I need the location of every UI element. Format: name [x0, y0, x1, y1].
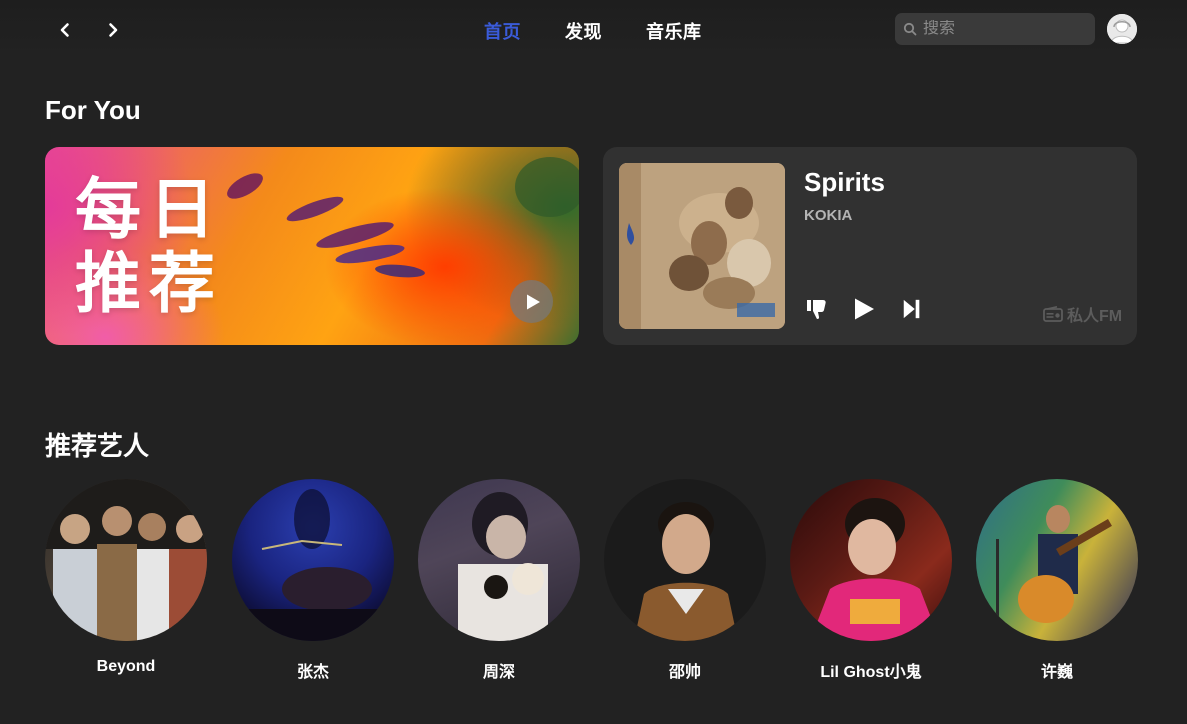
fm-next-button[interactable] — [899, 296, 925, 322]
tab-home[interactable]: 首页 — [484, 18, 521, 44]
artist-photo-art — [996, 505, 1112, 639]
artist-card[interactable]: Beyond — [45, 479, 207, 676]
artist-photo[interactable] — [790, 479, 952, 641]
daily-title-line-2: 推荐 — [75, 245, 223, 322]
artist-card[interactable]: Lil Ghost小鬼 — [790, 479, 952, 682]
artist-name[interactable]: 邵帅 — [604, 658, 766, 682]
artist-name[interactable]: Beyond — [45, 658, 207, 676]
private-fm-text: 私人FM — [1067, 308, 1123, 325]
artist-photo-art — [45, 479, 207, 641]
back-button[interactable] — [51, 16, 79, 44]
daily-play-button[interactable] — [510, 280, 553, 323]
private-fm-card: Spirits KOKIA 私人FM — [603, 147, 1137, 345]
top-bar: 首页 发现 音乐库 — [0, 0, 1187, 58]
radio-icon — [1043, 306, 1063, 322]
main-tabs: 首页 发现 音乐库 — [484, 18, 746, 44]
artist-photo[interactable] — [45, 479, 207, 641]
thumbs-down-icon — [807, 300, 826, 320]
for-you-title: For You — [45, 95, 141, 125]
artist-photo-art — [232, 489, 394, 641]
forward-button[interactable] — [99, 16, 127, 44]
daily-recommend-card[interactable]: 每日 推荐 — [45, 147, 579, 345]
artist-name[interactable]: 许巍 — [976, 658, 1138, 682]
fm-play-button[interactable] — [851, 296, 877, 322]
search-input[interactable] — [923, 20, 1083, 38]
fm-artist-name[interactable]: KOKIA — [804, 207, 852, 224]
dislike-button[interactable] — [804, 296, 830, 322]
artist-name[interactable]: Lil Ghost小鬼 — [790, 658, 952, 682]
fm-album-cover[interactable] — [619, 163, 785, 329]
artist-photo-art — [458, 492, 548, 641]
play-icon — [527, 294, 540, 309]
user-avatar[interactable] — [1107, 14, 1137, 44]
search-box[interactable] — [895, 13, 1095, 45]
daily-title-line-1: 每日 — [75, 171, 223, 248]
chevron-left-icon — [60, 23, 69, 37]
artist-name[interactable]: 张杰 — [232, 658, 394, 682]
artist-card[interactable]: 张杰 — [232, 479, 394, 682]
skip-next-icon — [903, 299, 920, 319]
search-icon — [903, 22, 917, 36]
recommended-artists-title: 推荐艺人 — [45, 431, 150, 461]
tab-library[interactable]: 音乐库 — [646, 18, 702, 44]
private-fm-label: 私人FM — [1043, 302, 1122, 326]
user-icon — [1107, 14, 1137, 44]
artist-card[interactable]: 周深 — [418, 479, 580, 682]
fm-song-title[interactable]: Spirits — [804, 167, 885, 198]
artist-card[interactable]: 许巍 — [976, 479, 1138, 682]
daily-title: 每日 推荐 — [75, 173, 225, 321]
artist-name[interactable]: 周深 — [418, 658, 580, 682]
chevron-right-icon — [109, 23, 118, 37]
artist-photo[interactable] — [232, 479, 394, 641]
play-icon — [855, 298, 874, 320]
album-art — [619, 163, 785, 329]
artist-card[interactable]: 邵帅 — [604, 479, 766, 682]
artist-photo[interactable] — [976, 479, 1138, 641]
artist-photo-art — [810, 498, 940, 641]
artist-photo[interactable] — [604, 479, 766, 641]
tab-explore[interactable]: 发现 — [565, 18, 602, 44]
artist-photo[interactable] — [418, 479, 580, 641]
artist-photo-art — [634, 502, 738, 641]
